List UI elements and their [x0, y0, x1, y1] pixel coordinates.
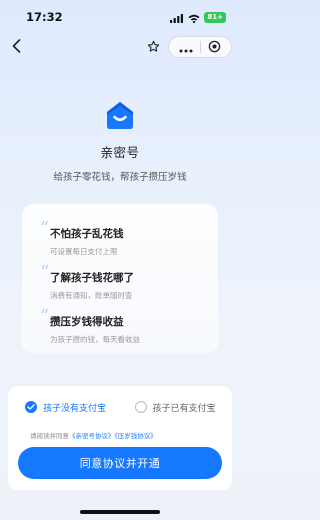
quote-mark-icon: “ [40, 306, 50, 327]
battery-indicator: 81+ [204, 11, 226, 23]
signal-icon [170, 8, 184, 27]
agreement-text: 请阅读并同意《亲密号协议》《压岁钱协议》 [30, 430, 157, 440]
back-button[interactable] [8, 37, 24, 57]
option-label: 孩子已有支付宝 [152, 403, 216, 414]
nav-actions [146, 36, 232, 58]
favorite-button[interactable] [146, 40, 160, 54]
radio-empty-icon [134, 401, 147, 413]
option-no-alipay[interactable]: 孩子没有支付宝 [8, 396, 123, 418]
radio-checked-icon [25, 401, 37, 413]
quote-mark-icon: “ [40, 262, 50, 283]
benefit-item: “ 不怕孩子乱花钱 可设置每日支付上限 [40, 220, 218, 257]
nav-bar [0, 34, 240, 60]
page-title: 亲密号 [100, 145, 140, 160]
hero-section: 亲密号 给孩子零花钱，帮孩子攒压岁钱 [0, 100, 240, 183]
capsule-divider [199, 41, 201, 53]
benefit-title: 了解孩子钱花哪了 [50, 272, 134, 284]
agreement-prefix: 请阅读并同意 [30, 432, 69, 440]
status-bar: 17:32 81+ [0, 0, 240, 34]
benefit-desc: 为孩子攒的钱，每天看收益 [50, 335, 140, 344]
agreement-link-lucky-money[interactable]: 《压岁钱协议》 [115, 432, 157, 440]
quote-mark-icon: “ [40, 218, 50, 239]
status-icons: 81+ [170, 8, 226, 27]
benefit-title: 攒压岁钱得收益 [50, 316, 124, 328]
account-options: 孩子没有支付宝 孩子已有支付宝 [8, 396, 232, 418]
benefit-item: “ 攒压岁钱得收益 为孩子攒的钱，每天看收益 [40, 308, 218, 345]
wifi-icon [188, 8, 200, 27]
more-dots-icon[interactable] [179, 38, 193, 57]
chevron-left-icon [12, 38, 21, 57]
benefit-desc: 可设置每日支付上限 [50, 247, 118, 256]
house-smile-icon [105, 100, 135, 130]
benefit-item: “ 了解孩子钱花哪了 消费有通知，账单随时查 [40, 264, 218, 301]
page-subtitle: 给孩子零花钱，帮孩子攒压岁钱 [53, 172, 187, 183]
benefit-desc: 消费有通知，账单随时查 [50, 291, 133, 300]
option-has-alipay[interactable]: 孩子已有支付宝 [123, 396, 233, 418]
target-close-icon[interactable] [208, 38, 221, 57]
home-indicator [80, 510, 160, 514]
star-icon [147, 38, 160, 57]
agreement-link-intimate[interactable]: 《亲密号协议》 [69, 432, 115, 440]
mini-app-capsule [168, 36, 232, 58]
option-label: 孩子没有支付宝 [43, 403, 107, 414]
bottom-panel: 孩子没有支付宝 孩子已有支付宝 请阅读并同意《亲密号协议》《压岁钱协议》 同意协… [8, 386, 232, 490]
status-time: 17:32 [26, 10, 63, 24]
agree-and-open-button[interactable]: 同意协议并开通 [18, 447, 222, 479]
benefit-title: 不怕孩子乱花钱 [50, 228, 124, 240]
benefits-card: “ 不怕孩子乱花钱 可设置每日支付上限 “ 了解孩子钱花哪了 消费有通知，账单随… [22, 204, 218, 354]
